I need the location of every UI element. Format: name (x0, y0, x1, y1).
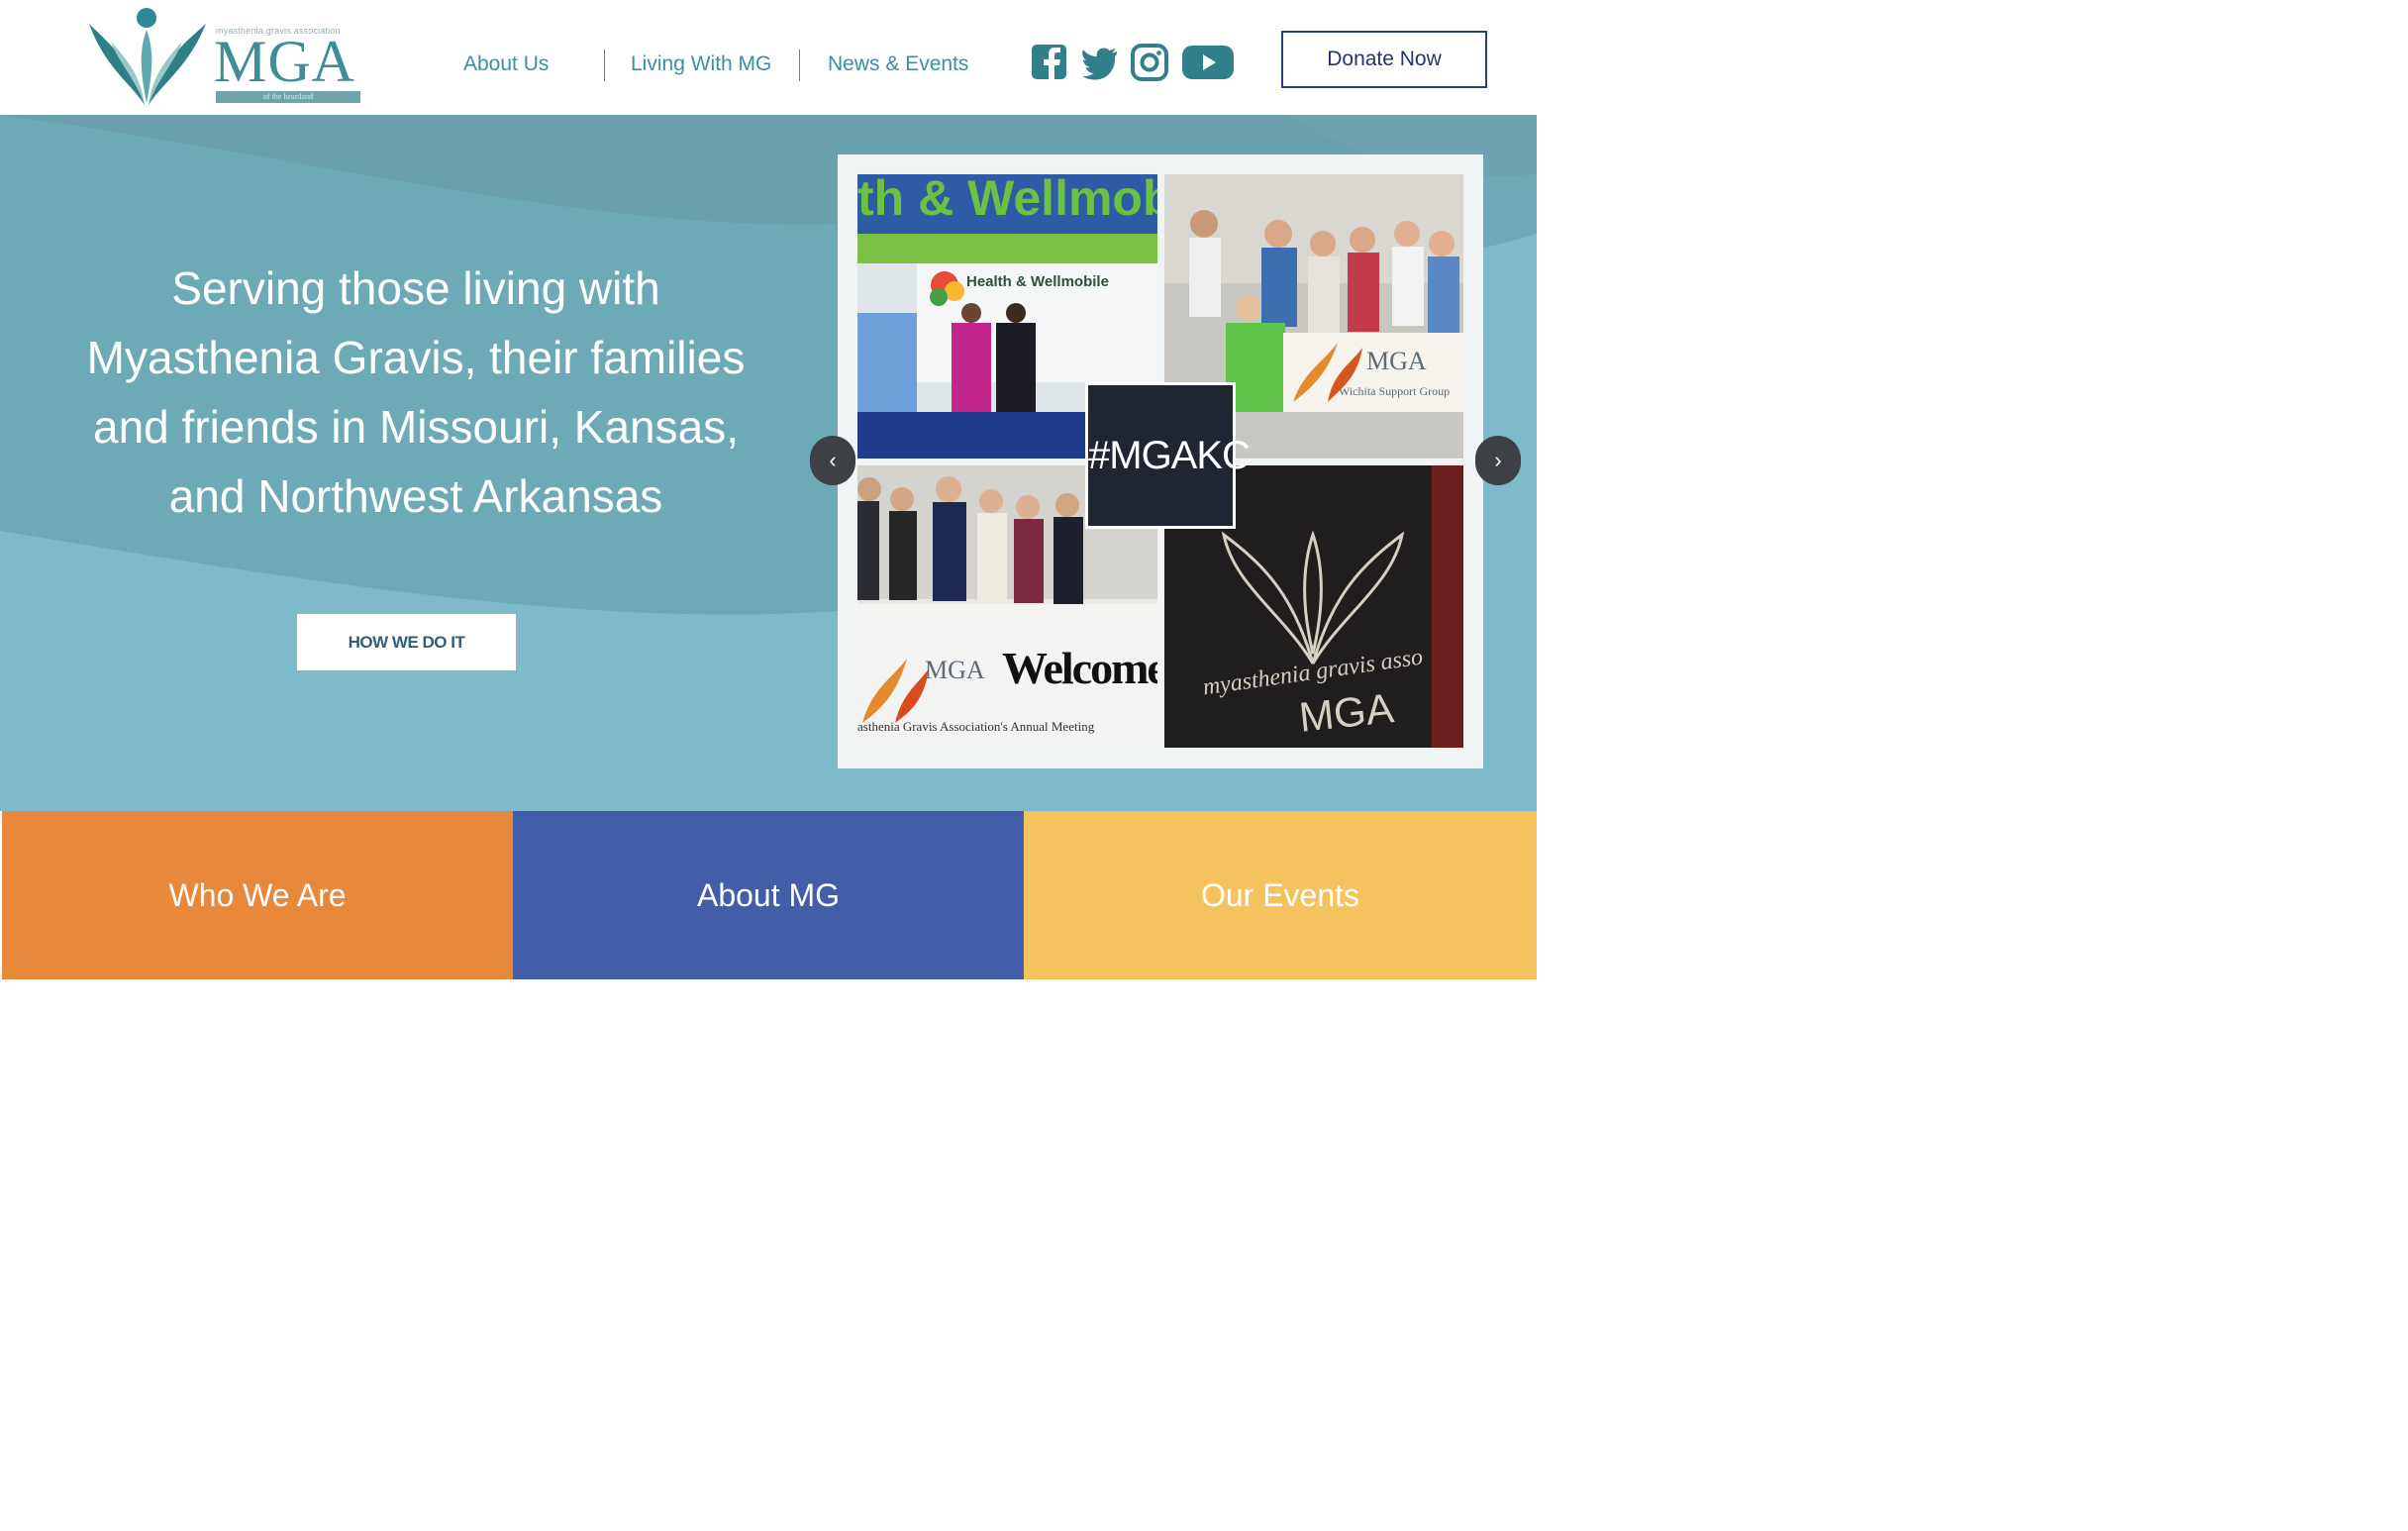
about-mg-tile[interactable]: About MG (513, 811, 1024, 979)
meeting-banner-caption: asthenia Gravis Association's Annual Mee… (857, 719, 1095, 734)
hero-section: Serving those living with Myasthenia Gra… (0, 115, 1537, 811)
nav-about-us[interactable]: About Us (463, 46, 549, 83)
how-we-do-it-button[interactable]: HOW WE DO IT (297, 614, 516, 670)
photo-carousel: th & Wellmob Health & Wellmobile MGA Wic… (838, 154, 1483, 768)
wellmobile-banner-text: th & Wellmob (857, 174, 1157, 226)
chevron-right-icon: › (1494, 448, 1502, 472)
meeting-welcome-text: Welcome (1002, 643, 1157, 693)
instagram-icon[interactable] (1131, 44, 1168, 81)
wichita-banner-brand: MGA (1366, 347, 1427, 375)
mgakc-hashtag-text: #MGAKC (1088, 385, 1251, 526)
wichita-banner-subtitle: Wichita Support Group (1339, 384, 1451, 398)
chevron-left-icon: ‹ (829, 448, 837, 472)
logo-ribbon: of the heartland (216, 91, 360, 103)
wellmobile-sign-text: Health & Wellmobile (966, 273, 1109, 290)
logo-ribbon-text: of the heartland (262, 92, 314, 101)
carousel-next-button[interactable]: › (1475, 436, 1521, 485)
meeting-banner-brand: MGA (925, 656, 985, 684)
main-nav: About Us Living With MG News & Events (0, 46, 990, 83)
hero-headline: Serving those living with Myasthenia Gra… (86, 262, 746, 522)
chalk-brand-text: MGA (1296, 684, 1396, 741)
site-header: myasthenia gravis association MGA of the… (0, 0, 1553, 115)
nav-living-with-mg[interactable]: Living With MG (631, 46, 771, 83)
carousel-prev-button[interactable]: ‹ (810, 436, 855, 485)
youtube-icon[interactable] (1181, 44, 1235, 81)
our-events-tile[interactable]: Our Events (1024, 811, 1537, 979)
mgakc-hashtag-tile: #MGAKC (1085, 382, 1251, 529)
facebook-icon[interactable] (1031, 44, 1068, 81)
nav-divider (799, 50, 800, 81)
donate-button[interactable]: Donate Now (1281, 31, 1487, 88)
nav-news-events[interactable]: News & Events (828, 46, 968, 83)
who-we-are-tile[interactable]: Who We Are (2, 811, 513, 979)
nav-divider (604, 50, 605, 81)
twitter-icon[interactable] (1081, 44, 1119, 81)
